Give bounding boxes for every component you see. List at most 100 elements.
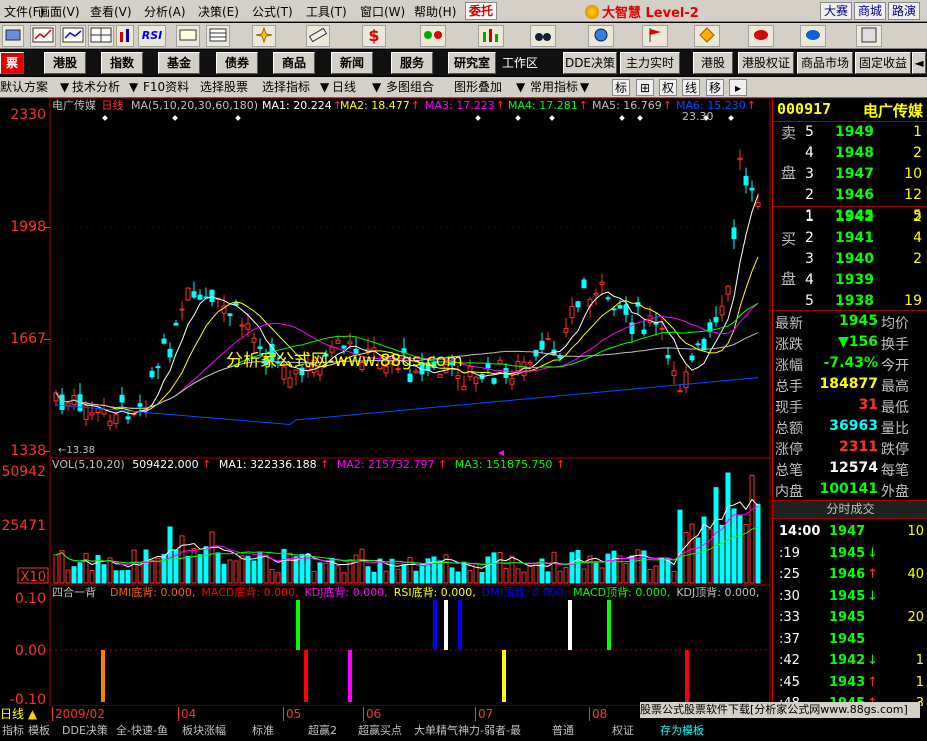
dollar-icon[interactable]: $ <box>362 25 386 47</box>
ruler-icon[interactable] <box>306 25 330 47</box>
table-icon[interactable] <box>206 25 230 47</box>
nav-dde[interactable]: DDE决策 <box>563 52 617 74</box>
nav-stock[interactable]: 票 <box>0 52 24 74</box>
overlay-button[interactable]: 图形叠加 <box>454 79 502 96</box>
dropdown-icon[interactable]: ▼ <box>516 79 525 96</box>
nav-fixed-income[interactable]: 固定收益 <box>855 52 911 74</box>
volume-bar <box>635 549 641 584</box>
nav-workspace[interactable]: 工作区 <box>498 52 542 74</box>
expand-button[interactable]: ▸ <box>729 79 747 96</box>
scheme-select[interactable]: 默认方案 <box>0 79 48 96</box>
bar-icon[interactable] <box>116 25 134 47</box>
nav-mainforce[interactable]: 主力实时出 <box>620 52 680 90</box>
select-indicator-button[interactable]: 选择指标 <box>262 79 310 96</box>
kline-chart[interactable]: 2330 1998 1667 1338 电广传媒 日线 MA(5,10,20,3… <box>0 98 772 706</box>
nav-hk[interactable]: 港股 <box>44 52 86 74</box>
nav-service[interactable]: 服务 <box>391 52 433 74</box>
candle-body <box>155 366 161 369</box>
bottom-tab-6[interactable]: 标准 <box>252 723 274 739</box>
f10-button[interactable]: F10资料 <box>143 79 189 96</box>
ad-banner[interactable]: 股票公式股票软件下载[分析家公式网www.88gs.com] <box>640 702 920 718</box>
nav-hk-warrant[interactable]: 港股权证 <box>738 52 794 74</box>
dropdown-icon[interactable]: ▼ <box>129 79 138 96</box>
bottom-tab-8[interactable]: 超赢买点 <box>358 723 402 739</box>
plus-icon[interactable]: ⊞ <box>636 79 654 96</box>
binoculars-icon[interactable] <box>530 25 556 47</box>
stat-label: 总手 <box>775 379 803 395</box>
menu-analysis[interactable]: 分析(A) <box>144 3 186 20</box>
nav-fund[interactable]: 基金 <box>158 52 200 74</box>
info-icon[interactable] <box>800 25 826 47</box>
period-select[interactable]: 日线 <box>332 79 356 96</box>
menu-view[interactable]: 查看(V) <box>90 3 132 20</box>
contest-button[interactable]: 大赛 <box>820 2 852 20</box>
dropdown-icon[interactable]: ▼ <box>60 79 69 96</box>
bottom-tab-12[interactable]: 存为模板 <box>660 723 704 739</box>
nav-more-icon[interactable]: ◄ <box>912 52 926 74</box>
nav-hk2[interactable]: 港股 <box>693 52 733 74</box>
volume-bar <box>629 555 635 584</box>
common-indicator-button[interactable]: 常用指标 <box>530 79 578 96</box>
grid-icon[interactable] <box>88 25 114 47</box>
volume-bar <box>647 568 653 584</box>
triangle-icon[interactable]: ▲ <box>28 707 37 721</box>
mark-button[interactable]: 标 <box>612 79 630 96</box>
menu-window[interactable]: 窗口(W) <box>360 3 405 20</box>
bottom-tab-10[interactable]: 普通 <box>552 723 574 739</box>
nav-research[interactable]: 研究室 <box>448 52 496 74</box>
bottom-tab-1[interactable]: 指标 <box>2 723 24 739</box>
candle-body <box>89 412 95 416</box>
dropdown-icon[interactable]: ▼ <box>372 79 381 96</box>
roadshow-button[interactable]: 路演 <box>888 2 920 20</box>
ask-row: 2 1946 12 <box>773 185 927 206</box>
signal-icon[interactable] <box>420 25 446 47</box>
bottom-tab-9[interactable]: 大单精气神力-弱者-最 <box>414 723 521 739</box>
volume-bar <box>515 568 521 584</box>
nav-commodity[interactable]: 商品 <box>273 52 315 74</box>
dropdown-icon[interactable]: ▼ <box>580 79 589 96</box>
back-icon[interactable] <box>2 25 24 47</box>
mall-button[interactable]: 商城 <box>854 2 886 20</box>
nav-news[interactable]: 新闻 <box>331 52 373 74</box>
trend-icon[interactable] <box>60 25 86 47</box>
tech-analysis-button[interactable]: 技术分析 <box>72 79 120 96</box>
bottom-tab-2[interactable]: 模板 <box>28 723 50 739</box>
line-button[interactable]: 线 <box>682 79 700 96</box>
volume-bar <box>467 570 473 584</box>
volume-bar <box>59 550 65 584</box>
calculator-icon[interactable] <box>856 25 882 47</box>
kline-icon[interactable] <box>30 25 56 47</box>
rights-button[interactable]: 权 <box>659 79 677 96</box>
entrust-button[interactable]: 委托 <box>465 2 497 20</box>
nav-index[interactable]: 指数 <box>101 52 143 74</box>
bottom-tab-7[interactable]: 超赢2 <box>308 723 337 739</box>
menu-help[interactable]: 帮助(H) <box>414 3 456 20</box>
histogram-icon[interactable] <box>478 25 504 47</box>
bottom-tab-11[interactable]: 权证 <box>612 723 634 739</box>
ask-price: 1949 <box>835 124 874 140</box>
nav-bond[interactable]: 债券 <box>216 52 258 74</box>
bottom-tab-5[interactable]: 板块涨幅 <box>182 723 226 739</box>
bottom-tab-4[interactable]: 全-快速-鱼 <box>116 723 168 739</box>
dropdown-icon[interactable]: ▼ <box>320 79 329 96</box>
ticks-title[interactable]: 分时成交 <box>773 500 927 519</box>
nav-commodity-market[interactable]: 商品市场 <box>797 52 853 74</box>
flag-icon[interactable] <box>642 25 668 47</box>
tag-icon[interactable] <box>748 25 774 47</box>
menu-screen[interactable]: 画面(V) <box>38 3 80 20</box>
diamond-icon[interactable] <box>694 25 720 47</box>
menu-formula[interactable]: 公式(T) <box>252 3 293 20</box>
volume-bar <box>503 568 509 584</box>
select-stock-button[interactable]: 选择股票 <box>200 79 248 96</box>
multi-chart-button[interactable]: 多图组合 <box>386 79 434 96</box>
crosshair-icon[interactable] <box>252 25 276 47</box>
menu-decision[interactable]: 决策(E) <box>198 3 239 20</box>
rsi-icon[interactable]: RSI <box>138 25 166 47</box>
candle-body <box>287 377 293 388</box>
volume-bar <box>419 563 425 584</box>
bars-icon[interactable] <box>176 25 200 47</box>
move-button[interactable]: 移 <box>706 79 724 96</box>
menu-tools[interactable]: 工具(T) <box>306 3 347 20</box>
bottom-tab-3[interactable]: DDE决策 <box>62 723 108 739</box>
globe-icon[interactable] <box>588 25 614 47</box>
